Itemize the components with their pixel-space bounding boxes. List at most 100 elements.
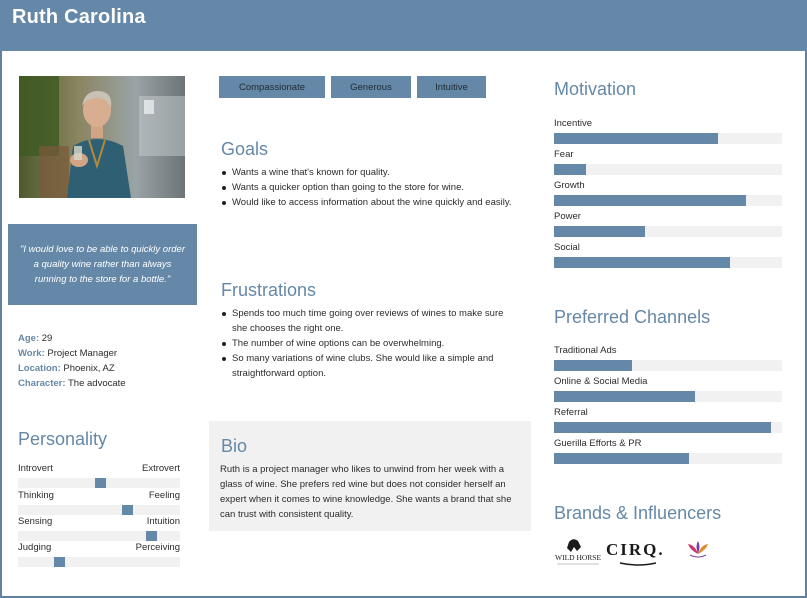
fact-work: Work: Project Manager xyxy=(18,346,126,361)
brands-title: Brands & Influencers xyxy=(554,503,722,523)
bar-label: Fear xyxy=(554,149,574,160)
bar-track xyxy=(554,453,782,464)
bar-track xyxy=(554,422,782,433)
frustration-item: So many variations of wine clubs. She wo… xyxy=(221,351,521,381)
bar-track xyxy=(554,164,782,175)
motivation-incentive: Incentive xyxy=(554,118,782,144)
bar-label: Growth xyxy=(554,180,585,191)
header-bar: Ruth Carolina xyxy=(0,0,807,51)
bar-label: Social xyxy=(554,242,580,253)
trait-tags: Compassionate Generous Intuitive xyxy=(219,76,486,98)
fact-label: Location: xyxy=(18,363,61,374)
bar-label: Incentive xyxy=(554,118,593,129)
channels-title: Preferred Channels xyxy=(554,307,711,327)
motivation-social: Social xyxy=(554,242,782,268)
fact-age: Age: 29 xyxy=(18,331,126,346)
bar-track xyxy=(554,391,782,402)
channel-traditional-ads: Traditional Ads xyxy=(554,345,782,371)
bar-fill xyxy=(554,360,632,371)
trait-right-label: Intuition xyxy=(146,516,180,527)
motivation-growth: Growth xyxy=(554,180,782,206)
bar-fill xyxy=(554,391,696,402)
persona-quote: "I would love to be able to quickly orde… xyxy=(8,224,197,305)
fact-character: Character: The advocate xyxy=(18,376,126,391)
personality-marker xyxy=(95,478,106,488)
channel-online-social: Online & Social Media xyxy=(554,376,782,402)
fact-value: The advocate xyxy=(68,378,126,389)
frustrations-list: Spends too much time going over reviews … xyxy=(221,306,521,381)
lotus-logo xyxy=(688,541,708,558)
bar-fill xyxy=(554,164,586,175)
bar-track xyxy=(554,360,782,371)
wild-horse-logo: WILD HORSE xyxy=(555,539,601,565)
frustration-item: The number of wine options can be overwh… xyxy=(221,336,521,351)
bar-track xyxy=(554,195,782,206)
bar-fill xyxy=(554,133,719,144)
bar-fill xyxy=(554,195,746,206)
bar-label: Referral xyxy=(554,407,588,418)
fact-location: Location: Phoenix, AZ xyxy=(18,361,126,376)
fact-value: Project Manager xyxy=(47,348,118,359)
quote-text: "I would love to be able to quickly orde… xyxy=(20,244,185,285)
bar-label: Power xyxy=(554,211,581,222)
personality-track xyxy=(18,505,180,515)
trait-tag: Compassionate xyxy=(219,76,325,98)
brand-logos-art: WILD HORSE CIRQ. xyxy=(555,539,708,566)
bio-panel: Bio Ruth is a project manager who likes … xyxy=(209,421,531,531)
personality-title: Personality xyxy=(18,429,108,449)
bar-track xyxy=(554,133,782,144)
bar-track xyxy=(554,226,782,237)
goal-item: Wants a quicker option than going to the… xyxy=(221,180,521,195)
trait-tag: Intuitive xyxy=(417,76,486,98)
fact-value: 29 xyxy=(41,333,53,344)
motivation-power: Power xyxy=(554,211,782,237)
personality-marker xyxy=(122,505,134,515)
bio-title: Bio xyxy=(221,436,248,456)
trait-left-label: Sensing xyxy=(18,516,53,527)
bar-fill xyxy=(554,226,646,237)
goals-title: Goals xyxy=(221,139,269,159)
trait-left-label: Thinking xyxy=(18,490,54,501)
bar-fill xyxy=(554,422,771,433)
svg-text:CIRQ.: CIRQ. xyxy=(606,540,665,559)
personality-track xyxy=(18,478,180,488)
bio-text: Ruth is a project manager who likes to u… xyxy=(220,464,512,520)
bar-label: Online & Social Media xyxy=(554,376,648,387)
bar-fill xyxy=(554,453,689,464)
trait-right-label: Extrovert xyxy=(141,463,180,474)
personality-sensing-intuition: Sensing Intuition xyxy=(18,516,180,541)
brand-logos: WILD HORSE CIRQ. xyxy=(554,536,724,572)
personality-marker xyxy=(146,531,158,541)
channel-guerilla: Guerilla Efforts & PR xyxy=(554,438,782,464)
trait-left-label: Introvert xyxy=(18,463,53,474)
fact-label: Character: xyxy=(18,378,66,389)
trait-tag: Generous xyxy=(331,76,411,98)
personality-judging-perceiving: Judging Perceiving xyxy=(18,542,180,567)
frustration-item: Spends too much time going over reviews … xyxy=(221,306,521,336)
motivation-fear: Fear xyxy=(554,149,782,175)
channel-referral: Referral xyxy=(554,407,782,433)
bar-track xyxy=(554,257,782,268)
personality-track xyxy=(18,531,180,541)
motivation-title: Motivation xyxy=(554,79,637,99)
svg-text:WILD HORSE: WILD HORSE xyxy=(555,553,601,562)
fact-label: Work: xyxy=(18,348,45,359)
goals-list: Wants a wine that's known for quality. W… xyxy=(221,165,521,210)
goal-item: Would like to access information about t… xyxy=(221,195,521,210)
goal-item: Wants a wine that's known for quality. xyxy=(221,165,521,180)
bar-fill xyxy=(554,257,730,268)
trait-right-label: Feeling xyxy=(148,490,180,501)
cirq-logo: CIRQ. xyxy=(606,540,665,566)
trait-left-label: Judging xyxy=(18,542,52,553)
trait-right-label: Perceiving xyxy=(135,542,180,553)
bar-label: Guerilla Efforts & PR xyxy=(554,438,642,449)
persona-facts: Age: 29 Work: Project Manager Location: … xyxy=(18,331,126,391)
bar-label: Traditional Ads xyxy=(554,345,617,356)
fact-label: Age: xyxy=(18,333,40,344)
frustrations-title: Frustrations xyxy=(221,280,317,300)
personality-track xyxy=(18,557,180,567)
persona-photo xyxy=(19,76,185,198)
fact-value: Phoenix, AZ xyxy=(63,363,115,374)
personality-marker xyxy=(54,557,66,567)
personality-introvert-extrovert: Introvert Extrovert xyxy=(18,463,180,488)
